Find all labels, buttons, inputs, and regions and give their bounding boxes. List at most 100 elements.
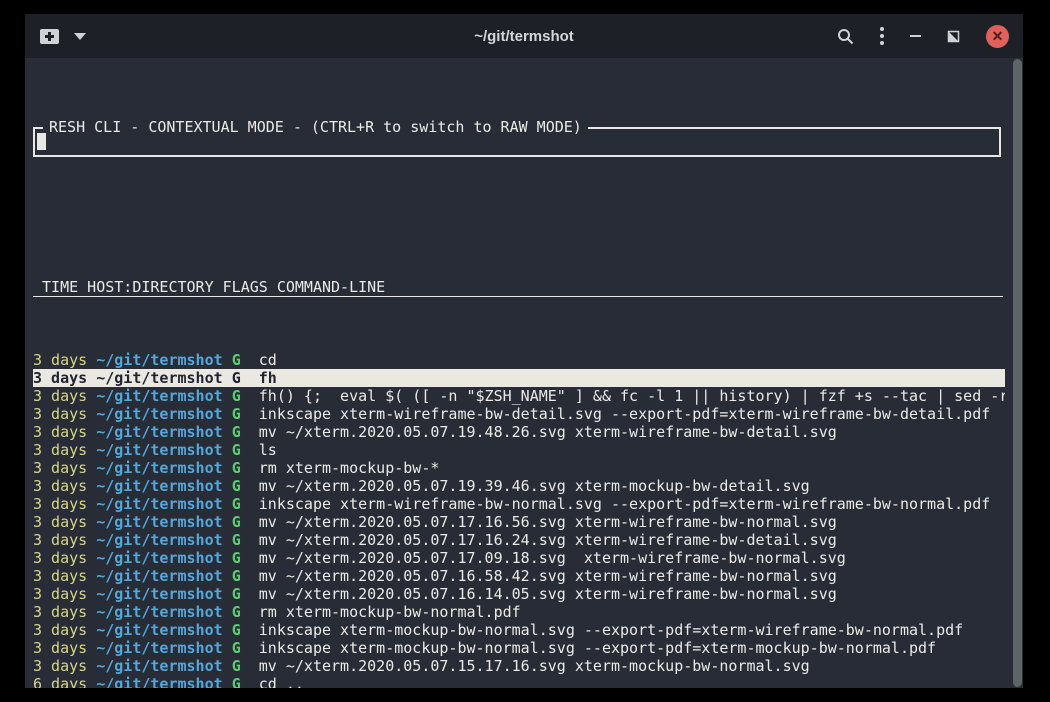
kebab-menu-icon — [880, 27, 884, 45]
row-command: rm xterm-mockup-bw-normal.pdf — [259, 603, 521, 621]
history-row[interactable]: 3 days ~/git/termshot G inkscape xterm-w… — [33, 405, 1005, 423]
row-flags: G — [232, 405, 259, 423]
row-time: 3 days — [33, 567, 96, 585]
row-flags: G — [232, 441, 259, 459]
row-flags: G — [232, 351, 259, 369]
row-directory: ~/git/termshot — [96, 477, 231, 495]
search-button[interactable] — [837, 28, 854, 45]
row-directory: ~/git/termshot — [96, 621, 231, 639]
close-button[interactable]: ✕ — [986, 25, 1009, 48]
search-icon — [837, 28, 854, 45]
row-time: 3 days — [33, 477, 96, 495]
row-directory: ~/git/termshot — [96, 513, 231, 531]
history-row[interactable]: 3 days ~/git/termshot G ls — [33, 441, 1005, 459]
row-command: mv ~/xterm.2020.05.07.17.16.56.svg xterm… — [259, 513, 837, 531]
row-flags: G — [232, 459, 259, 477]
row-flags: G — [232, 423, 259, 441]
row-command: mv ~/xterm.2020.05.07.16.58.42.svg xterm… — [259, 567, 837, 585]
row-flags: G — [232, 495, 259, 513]
row-command: mv ~/xterm.2020.05.07.17.16.24.svg xterm… — [259, 531, 837, 549]
row-time: 3 days — [33, 351, 96, 369]
terminal-screen[interactable]: RESH CLI - CONTEXTUAL MODE - (CTRL+R to … — [25, 58, 1023, 688]
row-time: 3 days — [33, 369, 96, 387]
row-directory: ~/git/termshot — [96, 423, 231, 441]
history-row[interactable]: 3 days ~/git/termshot G mv ~/xterm.2020.… — [33, 513, 1005, 531]
row-time: 3 days — [33, 513, 96, 531]
spacer — [33, 211, 1005, 224]
row-time: 3 days — [33, 639, 96, 657]
row-time: 3 days — [33, 423, 96, 441]
history-row[interactable]: 3 days ~/git/termshot G mv ~/xterm.2020.… — [33, 585, 1005, 603]
history-row[interactable]: 3 days ~/git/termshot G mv ~/xterm.2020.… — [33, 531, 1005, 549]
row-flags: G — [232, 387, 259, 405]
row-time: 3 days — [33, 603, 96, 621]
row-flags: G — [232, 477, 259, 495]
row-flags: G — [232, 621, 259, 639]
row-command: rm xterm-mockup-bw-* — [259, 459, 440, 477]
history-row[interactable]: 3 days ~/git/termshot G inkscape xterm-w… — [33, 495, 1005, 513]
row-directory: ~/git/termshot — [96, 387, 231, 405]
row-directory: ~/git/termshot — [96, 549, 231, 567]
history-row-selected[interactable]: 3 days ~/git/termshot G fh — [33, 369, 1005, 387]
row-flags: G — [232, 567, 259, 585]
table-header: TIME HOST:DIRECTORY FLAGS COMMAND-LINE — [33, 278, 1003, 297]
window-title: ~/git/termshot — [259, 28, 789, 45]
row-command: mv ~/xterm.2020.05.07.19.48.26.svg xterm… — [259, 423, 837, 441]
row-command: mv ~/xterm.2020.05.07.17.09.18.svg xterm… — [259, 549, 846, 567]
row-command: mv ~/xterm.2020.05.07.16.14.05.svg xterm… — [259, 585, 837, 603]
row-directory: ~/git/termshot — [96, 405, 231, 423]
row-command: inkscape xterm-mockup-bw-normal.svg --ex… — [259, 621, 963, 639]
row-directory: ~/git/termshot — [96, 495, 231, 513]
row-command: fh() {; eval $( ([ -n "$ZSH_NAME" ] && f… — [259, 387, 1005, 405]
history-row[interactable]: 3 days ~/git/termshot G rm xterm-mockup-… — [33, 603, 1005, 621]
history-row[interactable]: 3 days ~/git/termshot G mv ~/xterm.2020.… — [33, 567, 1005, 585]
restore-button[interactable] — [947, 30, 960, 43]
row-directory: ~/git/termshot — [96, 459, 231, 477]
row-command: cd .. — [259, 675, 304, 688]
history-row[interactable]: 3 days ~/git/termshot G rm xterm-mockup-… — [33, 459, 1005, 477]
search-box-title: RESH CLI - CONTEXTUAL MODE - (CTRL+R to … — [43, 118, 588, 136]
row-directory: ~/git/termshot — [96, 585, 231, 603]
history-row[interactable]: 3 days ~/git/termshot G mv ~/xterm.2020.… — [33, 423, 1005, 441]
row-directory: ~/git/termshot — [96, 567, 231, 585]
history-rows: 3 days ~/git/termshot G cd3 days ~/git/t… — [33, 351, 1005, 688]
new-tab-dropdown-button[interactable] — [74, 33, 86, 40]
minimize-button[interactable] — [910, 35, 921, 37]
row-directory: ~/git/termshot — [96, 639, 231, 657]
row-flags: G — [232, 657, 259, 675]
history-row[interactable]: 3 days ~/git/termshot G mv ~/xterm.2020.… — [33, 477, 1005, 495]
new-tab-button[interactable] — [39, 28, 60, 45]
row-command: inkscape xterm-mockup-bw-normal.svg --ex… — [259, 639, 936, 657]
scrollbar-thumb[interactable] — [1013, 59, 1022, 687]
titlebar-right-group: ✕ — [789, 25, 1009, 48]
history-row[interactable]: 3 days ~/git/termshot G inkscape xterm-m… — [33, 639, 1005, 657]
row-time: 3 days — [33, 585, 96, 603]
history-row[interactable]: 3 days ~/git/termshot G mv ~/xterm.2020.… — [33, 549, 1005, 567]
minimize-icon — [910, 35, 921, 37]
row-flags: G — [232, 531, 259, 549]
row-directory: ~/git/termshot — [96, 657, 231, 675]
row-command: mv ~/xterm.2020.05.07.19.39.46.svg xterm… — [259, 477, 810, 495]
titlebar-left-group — [39, 28, 259, 45]
terminal-window: ~/git/termshot — [25, 14, 1023, 688]
restore-window-icon — [947, 30, 960, 43]
history-row[interactable]: 3 days ~/git/termshot G fh() {; eval $( … — [33, 387, 1005, 405]
search-box[interactable]: RESH CLI - CONTEXTUAL MODE - (CTRL+R to … — [33, 127, 1001, 157]
history-row[interactable]: 6 days ~/git/termshot G cd .. — [33, 675, 1005, 688]
row-directory: ~/git/termshot — [96, 531, 231, 549]
row-command: mv ~/xterm.2020.05.07.15.17.16.svg xterm… — [259, 657, 810, 675]
row-directory: ~/git/termshot — [96, 369, 231, 387]
history-row[interactable]: 3 days ~/git/termshot G inkscape xterm-m… — [33, 621, 1005, 639]
row-flags: G — [232, 639, 259, 657]
history-row[interactable]: 3 days ~/git/termshot G cd — [33, 351, 1005, 369]
menu-button[interactable] — [880, 27, 884, 45]
close-icon: ✕ — [992, 29, 1004, 43]
titlebar: ~/git/termshot — [25, 14, 1023, 58]
row-flags: G — [232, 369, 259, 387]
text-cursor — [37, 133, 46, 150]
history-row[interactable]: 3 days ~/git/termshot G mv ~/xterm.2020.… — [33, 657, 1005, 675]
row-time: 3 days — [33, 495, 96, 513]
row-flags: G — [232, 675, 259, 688]
row-directory: ~/git/termshot — [96, 351, 231, 369]
row-time: 6 days — [33, 675, 96, 688]
